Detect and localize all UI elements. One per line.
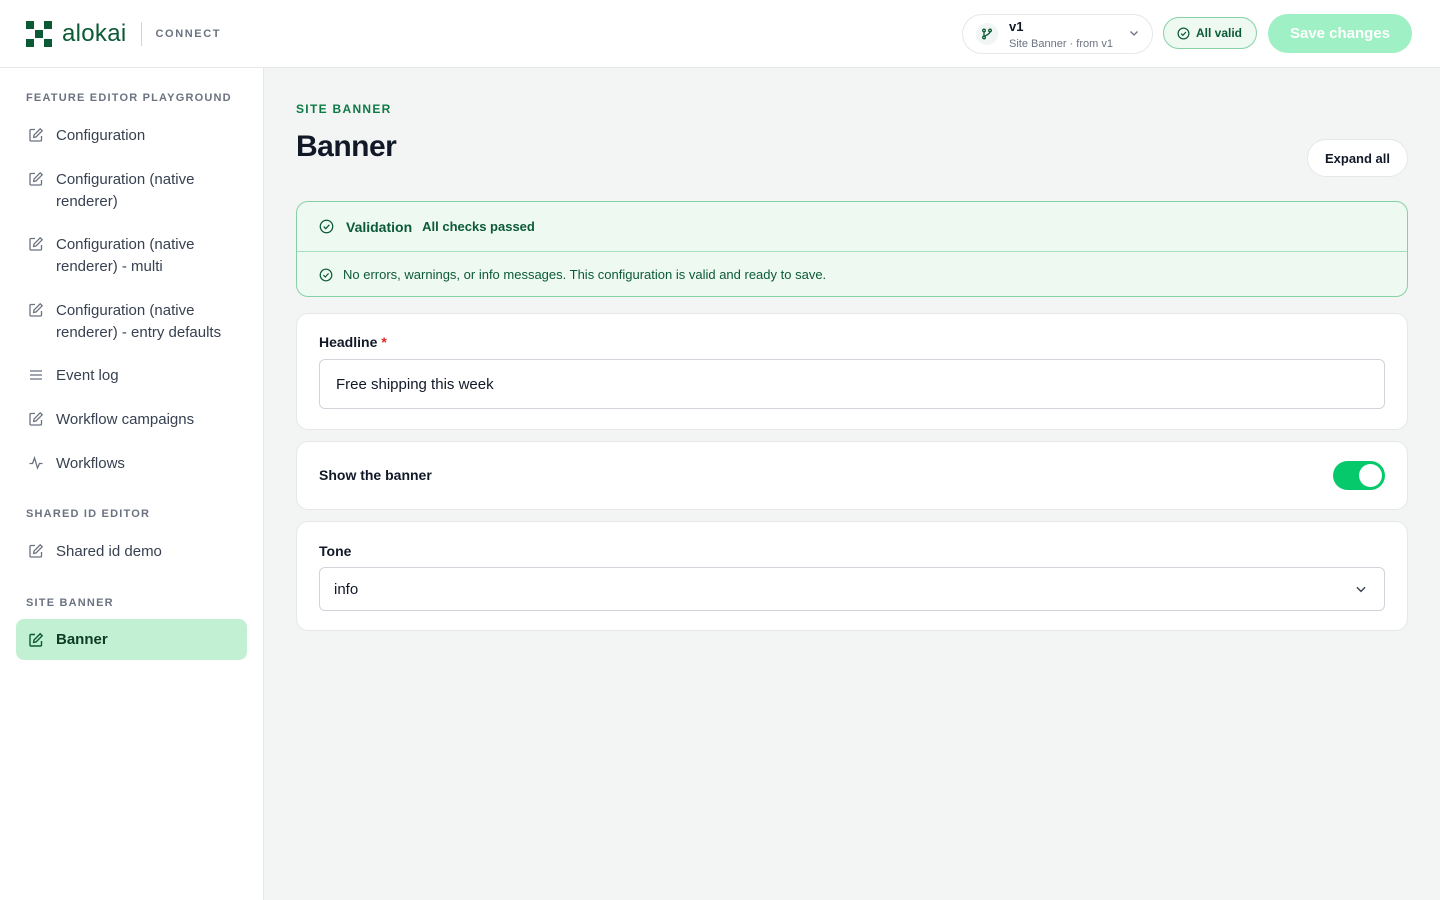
edit-icon — [29, 632, 44, 647]
validation-message: No errors, warnings, or info messages. T… — [343, 267, 827, 282]
sidebar-item-label: Configuration — [56, 127, 146, 144]
sidebar-item-label: Configuration (native renderer) — [56, 171, 195, 210]
version-subtitle: Site Banner · from v1 — [1009, 38, 1113, 50]
headline-input[interactable] — [319, 359, 1385, 409]
sidebar-section-title: FEATURE EDITOR PLAYGROUND — [26, 92, 232, 104]
sidebar-item-workflow-campaigns[interactable]: Workflow campaigns — [16, 409, 247, 431]
brand-name: alokai — [62, 20, 127, 47]
validation-panel: Validation All checks passed No errors, … — [296, 201, 1408, 297]
headline-label-text: Headline — [319, 334, 378, 350]
edit-icon — [29, 236, 44, 251]
edit-icon — [29, 127, 44, 142]
sidebar-section-title: SHARED ID EDITOR — [26, 508, 151, 520]
sidebar-item-banner[interactable]: Banner — [16, 619, 247, 660]
show-banner-label: Show the banner — [319, 467, 432, 483]
expand-all-button[interactable]: Expand all — [1307, 139, 1408, 177]
version-selector[interactable]: v1 Site Banner · from v1 — [962, 14, 1153, 54]
sidebar-item-shared-id-demo[interactable]: Shared id demo — [16, 541, 247, 563]
brand-divider — [140, 22, 142, 46]
check-circle-icon — [319, 268, 333, 281]
validation-header[interactable]: Validation All checks passed — [297, 202, 1407, 252]
tone-select-value: info — [334, 580, 359, 598]
save-button[interactable]: Save changes — [1268, 14, 1412, 53]
sidebar-item-label: Workflow campaigns — [56, 411, 195, 428]
main-content: SITE BANNER Banner Expand all Validation… — [264, 68, 1440, 900]
sidebar-item-label: Configuration (native renderer) - entry … — [56, 302, 222, 341]
edit-icon — [29, 411, 44, 426]
sidebar-item-workflows[interactable]: Workflows — [16, 453, 247, 475]
sidebar: FEATURE EDITOR PLAYGROUND Configuration … — [0, 68, 264, 900]
sidebar-item-configuration-native[interactable]: Configuration (native renderer) — [16, 169, 247, 212]
top-bar: alokai CONNECT v1 Site Banner · from v1 … — [0, 0, 1440, 68]
check-circle-icon — [319, 219, 334, 234]
sidebar-item-configuration[interactable]: Configuration — [16, 125, 247, 147]
sidebar-item-event-log[interactable]: Event log — [16, 365, 247, 387]
git-branch-icon — [976, 23, 998, 45]
sidebar-item-label: Configuration (native renderer) - multi — [56, 236, 195, 275]
status-badge-label: All valid — [1196, 26, 1243, 40]
tone-label: Tone — [319, 543, 352, 559]
edit-icon — [29, 171, 44, 186]
sidebar-item-configuration-native-entry-defaults[interactable]: Configuration (native renderer) - entry … — [16, 300, 247, 343]
validation-body: No errors, warnings, or info messages. T… — [297, 252, 1407, 296]
validation-title: Validation — [346, 218, 413, 235]
headline-card: Headline * — [296, 313, 1408, 430]
brand-product: CONNECT — [155, 28, 222, 40]
check-circle-icon — [1177, 27, 1190, 39]
sidebar-item-label: Shared id demo — [56, 543, 162, 560]
status-badge[interactable]: All valid — [1163, 17, 1257, 49]
page-title: Banner — [296, 130, 397, 163]
show-banner-toggle[interactable] — [1333, 461, 1385, 490]
edit-icon — [29, 543, 44, 558]
sidebar-item-label: Workflows — [56, 455, 125, 472]
tone-card: Tone info — [296, 521, 1408, 631]
headline-label: Headline * — [319, 334, 387, 350]
required-marker: * — [381, 334, 387, 350]
sidebar-section-title: SITE BANNER — [26, 597, 114, 609]
brand[interactable]: alokai CONNECT — [26, 20, 222, 47]
chevron-down-icon — [1130, 31, 1138, 36]
edit-icon — [29, 302, 44, 317]
tone-select[interactable]: info — [319, 567, 1385, 611]
page-eyebrow: SITE BANNER — [296, 102, 392, 116]
validation-summary: All checks passed — [422, 219, 535, 234]
show-banner-card: Show the banner — [296, 441, 1408, 510]
activity-icon — [29, 455, 43, 470]
chevron-down-icon — [1356, 586, 1366, 593]
version-title: v1 — [1009, 19, 1024, 34]
sidebar-item-label: Banner — [56, 630, 108, 648]
alokai-logo-icon — [26, 21, 52, 47]
sidebar-item-label: Event log — [56, 367, 119, 384]
toggle-knob — [1359, 464, 1382, 487]
list-icon — [30, 370, 42, 380]
sidebar-item-configuration-native-multi[interactable]: Configuration (native renderer) - multi — [16, 234, 247, 277]
